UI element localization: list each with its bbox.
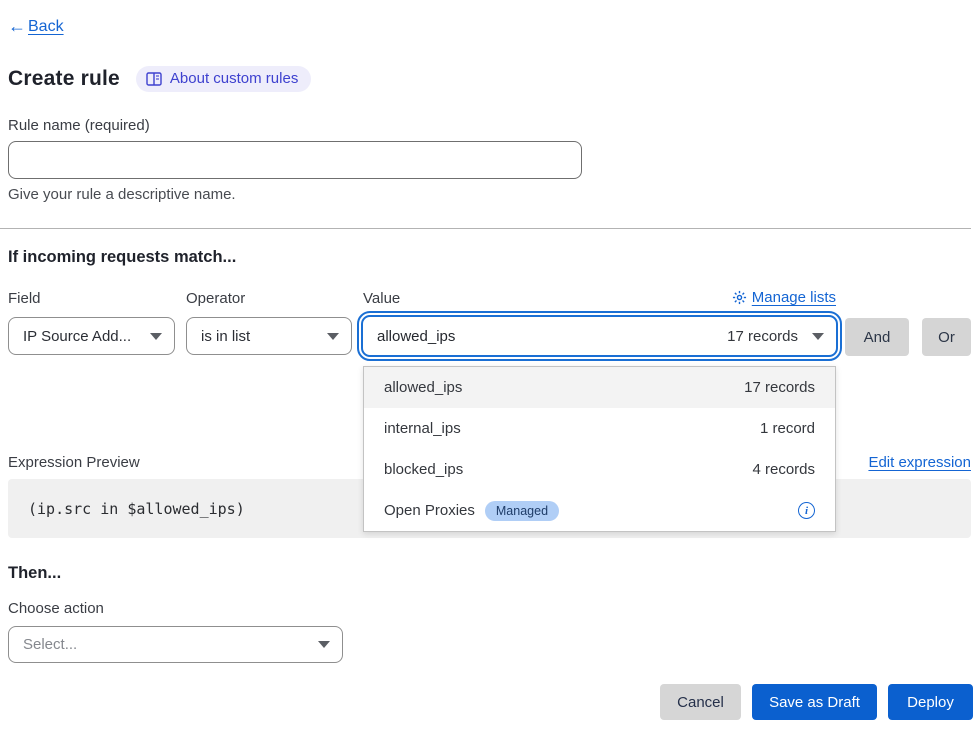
value-combobox-text: allowed_ips — [377, 328, 727, 345]
list-dropdown: allowed_ips 17 records internal_ips 1 re… — [363, 366, 836, 532]
field-select[interactable]: IP Source Add... — [8, 317, 175, 355]
chevron-down-icon — [327, 333, 339, 340]
rule-name-helper: Give your rule a descriptive name. — [8, 186, 236, 203]
info-icon[interactable]: i — [798, 502, 815, 519]
rule-name-input[interactable] — [8, 141, 582, 179]
about-badge-label: About custom rules — [170, 70, 298, 87]
operator-label: Operator — [186, 290, 245, 307]
manage-lists-link[interactable]: Manage lists — [363, 289, 836, 306]
list-item-open-proxies[interactable]: Open Proxies Managed i — [364, 490, 835, 531]
rule-name-label: Rule name (required) — [8, 117, 150, 134]
expression-code: (ip.src in $allowed_ips) — [28, 500, 245, 518]
section-divider — [0, 228, 971, 229]
list-item-name: internal_ips — [384, 420, 461, 437]
back-arrow-icon: ← — [8, 16, 26, 37]
edit-expression-link[interactable]: Edit expression — [868, 454, 971, 471]
operator-select[interactable]: is in list — [186, 317, 352, 355]
action-select[interactable]: Select... — [8, 626, 343, 663]
managed-badge: Managed — [485, 501, 559, 521]
list-item-meta: 1 record — [760, 420, 815, 437]
gear-icon — [732, 290, 747, 305]
value-combobox[interactable]: allowed_ips 17 records — [361, 315, 838, 357]
book-icon — [146, 72, 162, 86]
choose-action-label: Choose action — [8, 600, 104, 617]
back-label: Back — [28, 18, 64, 36]
list-item-internal-ips[interactable]: internal_ips 1 record — [364, 408, 835, 449]
cancel-button[interactable]: Cancel — [660, 684, 741, 720]
list-item-blocked-ips[interactable]: blocked_ips 4 records — [364, 449, 835, 490]
deploy-button[interactable]: Deploy — [888, 684, 973, 720]
expression-preview-label: Expression Preview — [8, 454, 140, 471]
chevron-down-icon — [812, 333, 824, 340]
list-item-name: Open Proxies — [384, 502, 475, 519]
about-custom-rules-link[interactable]: About custom rules — [136, 66, 311, 92]
then-heading: Then... — [8, 564, 61, 583]
list-item-meta: 17 records — [744, 379, 815, 396]
or-button[interactable]: Or — [922, 318, 971, 356]
create-rule-page: ← Back Create rule About custom rules Ru… — [0, 0, 979, 739]
page-title: Create rule — [8, 67, 120, 91]
title-row: Create rule About custom rules — [8, 66, 311, 92]
chevron-down-icon — [318, 641, 330, 648]
and-button[interactable]: And — [845, 318, 909, 356]
operator-select-value: is in list — [201, 328, 250, 345]
back-link[interactable]: ← Back — [8, 16, 64, 37]
value-combobox-meta: 17 records — [727, 328, 798, 345]
save-as-draft-button[interactable]: Save as Draft — [752, 684, 877, 720]
match-heading: If incoming requests match... — [8, 248, 236, 267]
list-item-allowed-ips[interactable]: allowed_ips 17 records — [364, 367, 835, 408]
chevron-down-icon — [150, 333, 162, 340]
field-select-value: IP Source Add... — [23, 328, 131, 345]
list-item-name: blocked_ips — [384, 461, 463, 478]
action-select-placeholder: Select... — [23, 636, 77, 653]
field-label: Field — [8, 290, 41, 307]
list-item-name: allowed_ips — [384, 379, 462, 396]
list-item-meta: 4 records — [752, 461, 815, 478]
manage-lists-label: Manage lists — [752, 289, 836, 306]
